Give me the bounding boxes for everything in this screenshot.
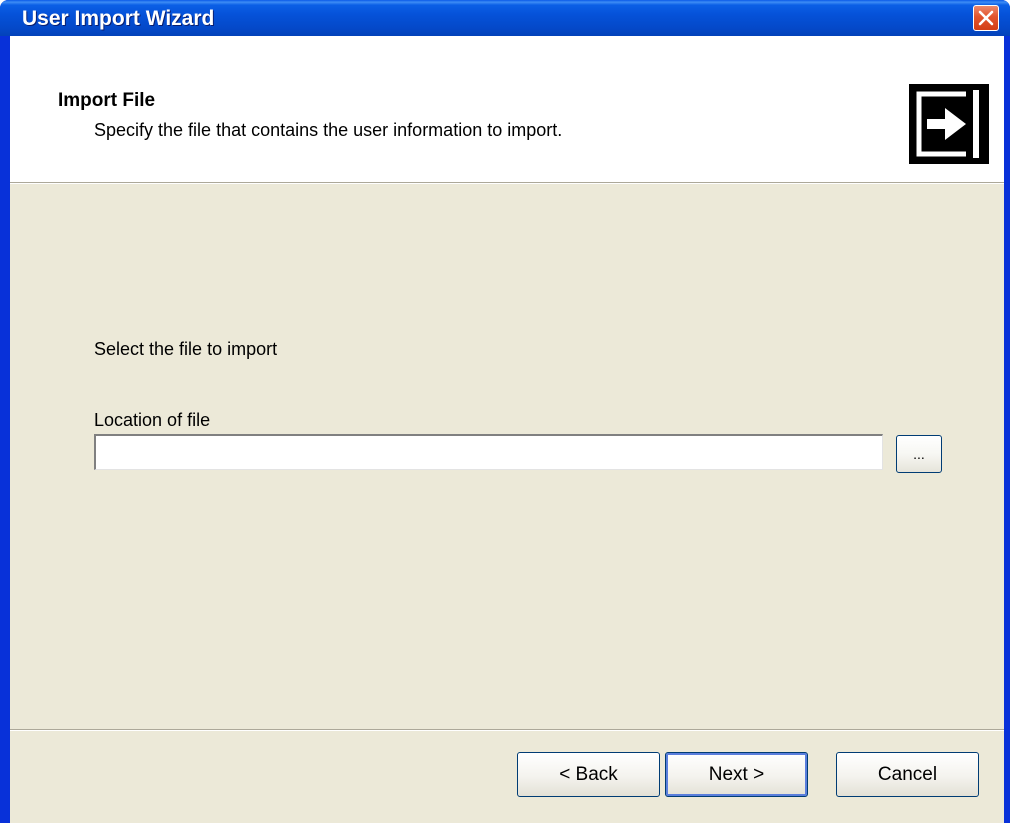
wizard-window: User Import Wizard Import File Specify t… <box>0 0 1010 823</box>
page-subtitle: Specify the file that contains the user … <box>94 120 563 140</box>
browse-button[interactable]: ... <box>896 435 942 473</box>
back-button[interactable]: < Back <box>517 752 660 797</box>
page-title: Import File <box>58 90 156 111</box>
cancel-button[interactable]: Cancel <box>836 752 979 797</box>
location-label: Location of file <box>94 410 211 430</box>
file-location-input[interactable] <box>94 434 883 470</box>
wizard-client-area: Import File Specify the file that contai… <box>10 36 1004 823</box>
select-file-prompt: Select the file to import <box>94 339 278 359</box>
next-button[interactable]: Next > <box>665 752 808 797</box>
close-button[interactable] <box>973 5 999 31</box>
footer-divider-highlight <box>10 730 1004 731</box>
import-arrow-icon <box>909 84 989 164</box>
wizard-header: Import File Specify the file that contai… <box>10 36 1004 183</box>
header-divider <box>10 183 1004 184</box>
title-bar[interactable]: User Import Wizard <box>0 0 1010 36</box>
window-title: User Import Wizard <box>22 7 215 30</box>
close-icon <box>978 10 994 26</box>
